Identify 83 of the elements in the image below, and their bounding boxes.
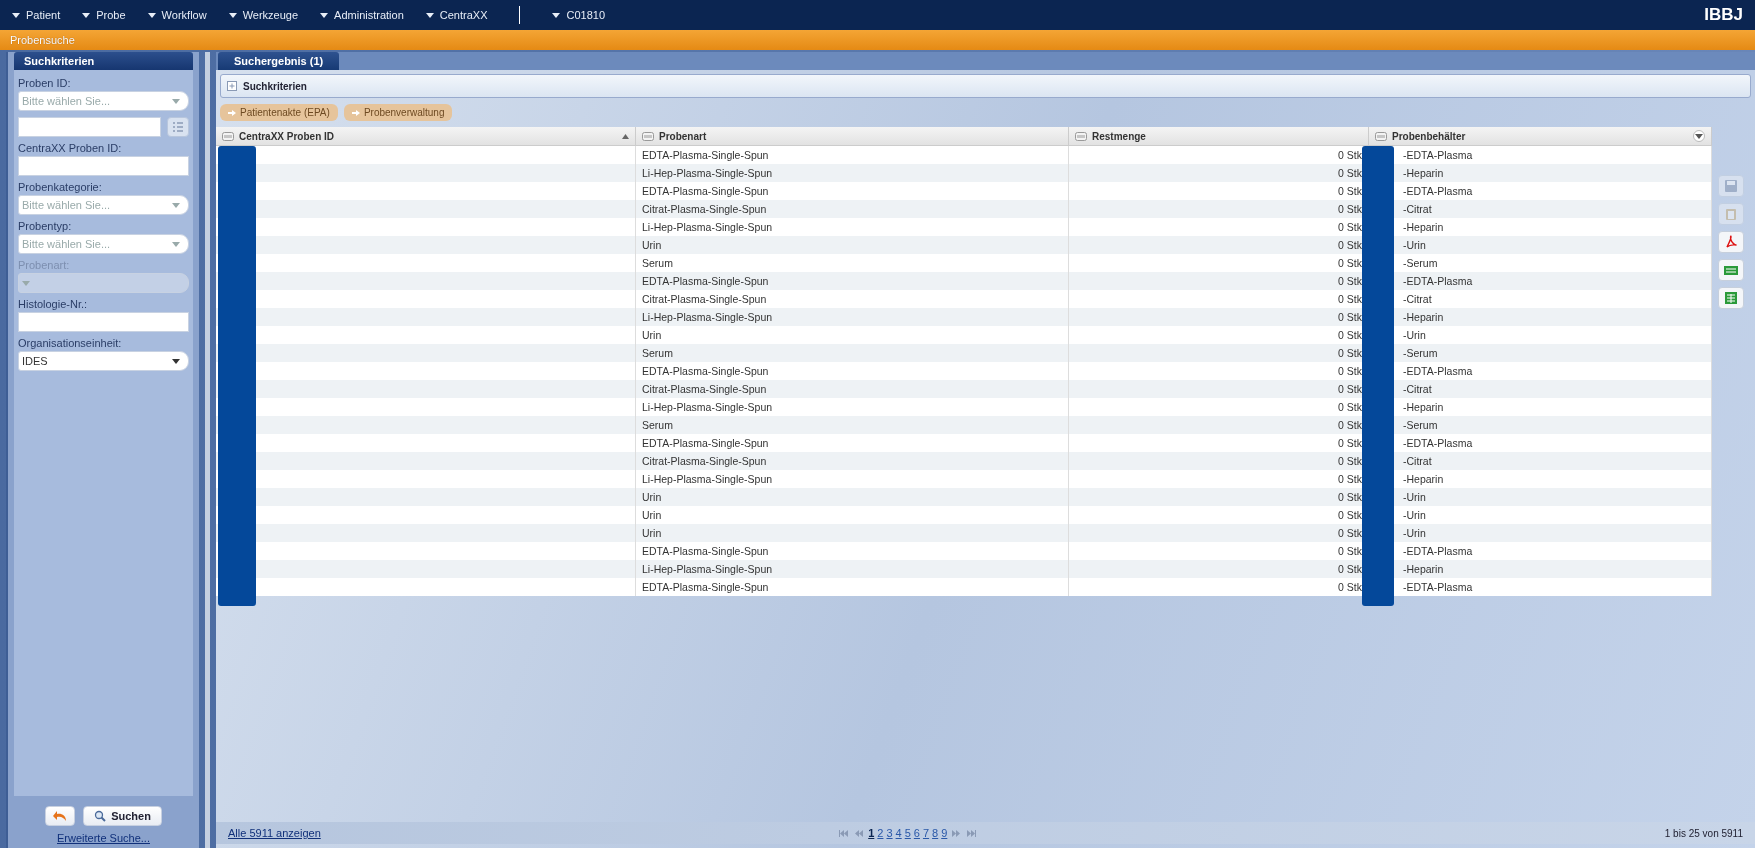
- clipboard-icon: [1724, 207, 1739, 221]
- column-title: Restmenge: [1092, 130, 1146, 142]
- column-title: Probenart: [659, 130, 707, 142]
- caret-icon: [552, 12, 561, 18]
- column-icon: [222, 131, 234, 141]
- logo: IBBJ: [1704, 5, 1743, 25]
- caret-icon: [172, 241, 180, 247]
- input-field[interactable]: [18, 117, 161, 137]
- caret-icon: [12, 12, 20, 18]
- last-page-button[interactable]: [965, 829, 979, 837]
- pdf-icon: [1724, 235, 1739, 249]
- page-link[interactable]: 1: [868, 827, 875, 839]
- input-field[interactable]: [18, 312, 189, 332]
- advanced-search-link[interactable]: Erweiterte Suche...: [57, 832, 150, 844]
- arrow-icon: [351, 110, 360, 116]
- caret-icon: [172, 202, 180, 208]
- menu-item[interactable]: Workflow: [147, 9, 207, 21]
- menu-item[interactable]: Werkzeuge: [228, 9, 299, 21]
- spreadsheet-icon: [1723, 263, 1740, 277]
- tab[interactable]: Suchergebnis (1): [218, 52, 340, 70]
- caret-icon: [82, 12, 91, 18]
- next-page-button[interactable]: [950, 829, 963, 837]
- list-icon: [173, 122, 183, 132]
- caret-icon: [1694, 133, 1703, 139]
- sidebar-title: Suchkriterien: [14, 52, 193, 70]
- caret-icon: [147, 12, 156, 18]
- column-menu-button[interactable]: [1692, 130, 1705, 142]
- page-link[interactable]: 4: [895, 827, 902, 839]
- plus-square-icon: [227, 81, 237, 91]
- menu-item[interactable]: CentraXX: [425, 9, 488, 21]
- caret-icon: [320, 12, 329, 18]
- page-link[interactable]: 9: [941, 827, 948, 839]
- column-title: Probenbehälter: [1392, 130, 1466, 142]
- criteria-panel[interactable]: Suchkriterien: [220, 74, 1751, 98]
- column-title: CentraXX Proben ID: [239, 130, 335, 142]
- search-icon: [94, 810, 107, 822]
- caret-icon: [22, 280, 30, 286]
- page-link[interactable]: 3: [886, 827, 893, 839]
- column-icon: [642, 131, 654, 141]
- column-icon: [1075, 131, 1087, 141]
- field-label: Proben ID:: [18, 77, 72, 89]
- panel-title: Suchkriterien: [243, 80, 307, 92]
- table-cell: EDTA-Plasma-Single-Spun: [636, 578, 1069, 596]
- menu-item[interactable]: C01810: [552, 9, 606, 21]
- field-label: Probenkategorie:: [18, 181, 103, 193]
- caret-icon: [172, 358, 180, 364]
- column-icon: [1375, 131, 1387, 141]
- page-link[interactable]: 8: [932, 827, 939, 839]
- column-header[interactable]: Probenbehälter: [1369, 127, 1712, 145]
- curved-arrow-icon: [52, 810, 69, 822]
- caret-icon: [228, 12, 237, 18]
- show-all-link[interactable]: Alle 5911 anzeigen: [228, 827, 321, 839]
- arrow-icon: [228, 110, 236, 116]
- list-button[interactable]: [167, 117, 189, 137]
- spreadsheet-button[interactable]: [1718, 259, 1745, 281]
- sort-ascending-icon: [622, 133, 629, 139]
- field-label: CentraXX Proben ID:: [18, 142, 123, 154]
- column-header[interactable]: CentraXX Proben ID: [216, 127, 636, 145]
- table-icon: [1723, 291, 1740, 305]
- field-label: Histologie-Nr.:: [18, 298, 89, 310]
- field-label: Probentyp:: [18, 220, 73, 232]
- field-label: Organisationseinheit:: [18, 337, 123, 349]
- undo-button[interactable]: [45, 806, 76, 826]
- page-link[interactable]: 7: [922, 827, 930, 839]
- pdf-button[interactable]: [1718, 231, 1745, 253]
- menu-item[interactable]: Administration: [320, 9, 404, 21]
- page-link[interactable]: 6: [913, 827, 920, 839]
- search-button[interactable]: Suchen: [83, 806, 162, 826]
- menu-item[interactable]: Probe: [82, 9, 126, 21]
- caret-icon: [172, 98, 180, 104]
- page-title-bar: Probensuche: [0, 30, 1755, 50]
- table-button[interactable]: [1718, 287, 1745, 309]
- column-header[interactable]: Probenart: [636, 127, 1069, 145]
- caret-icon: [425, 12, 434, 18]
- column-header[interactable]: Restmenge: [1069, 127, 1369, 145]
- menu-item[interactable]: Patient: [12, 9, 61, 21]
- result-range: 1 bis 25 von 5911: [1664, 827, 1743, 839]
- page-link[interactable]: 5: [904, 827, 911, 839]
- first-page-button[interactable]: [837, 829, 851, 837]
- page-link[interactable]: 2: [877, 827, 884, 839]
- input-field[interactable]: [18, 156, 189, 176]
- dropdown-field[interactable]: IDES: [18, 351, 189, 371]
- previous-page-button[interactable]: [853, 829, 866, 837]
